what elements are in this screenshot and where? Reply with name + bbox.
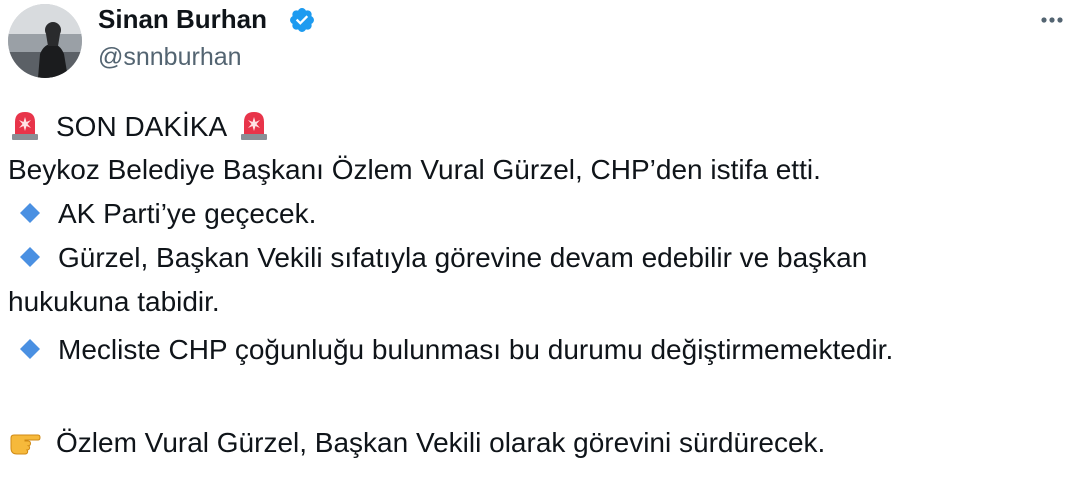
tweet-line-closing: Özlem Vural Gürzel, Başkan Vekili olarak… bbox=[8, 424, 825, 461]
more-horizontal-icon[interactable] bbox=[1032, 2, 1072, 38]
author-name[interactable]: Sinan Burhan bbox=[98, 4, 267, 34]
tweet-bullet-2: Gürzel, Başkan Vekili sıfatıyla görevine… bbox=[8, 240, 867, 276]
avatar-image bbox=[8, 4, 82, 78]
tweet-line-main: Beykoz Belediye Başkanı Özlem Vural Gürz… bbox=[8, 154, 821, 185]
tweet-line-headline: SON DAKİKA bbox=[8, 108, 271, 145]
author-handle[interactable]: @snnburhan bbox=[98, 42, 242, 72]
police-light-icon bbox=[241, 112, 268, 140]
tweet-bullet-3: Mecliste CHP çoğunluğu bulunması bu duru… bbox=[8, 332, 893, 368]
pointing-hand-icon bbox=[10, 434, 41, 455]
blue-diamond-icon bbox=[20, 247, 40, 267]
tweet-card: Sinan Burhan @snnburhan SON DAKİKA Beyko… bbox=[0, 0, 1080, 498]
closing-text: Özlem Vural Gürzel, Başkan Vekili olarak… bbox=[56, 427, 826, 458]
bullet-1-text: AK Parti’ye geçecek. bbox=[58, 198, 317, 229]
headline-text: SON DAKİKA bbox=[56, 111, 228, 142]
avatar[interactable] bbox=[8, 4, 82, 78]
verified-badge-icon bbox=[290, 8, 314, 32]
bullet-3-text: Mecliste CHP çoğunluğu bulunması bu duru… bbox=[58, 334, 894, 365]
police-light-icon bbox=[12, 112, 38, 140]
tweet-bullet-2-continued: hukukuna tabidir. bbox=[8, 286, 220, 317]
blue-diamond-icon bbox=[20, 339, 40, 359]
tweet-bullet-1: AK Parti’ye geçecek. bbox=[8, 196, 316, 232]
blue-diamond-icon bbox=[20, 203, 40, 223]
bullet-2-text: Gürzel, Başkan Vekili sıfatıyla görevine… bbox=[58, 242, 868, 273]
